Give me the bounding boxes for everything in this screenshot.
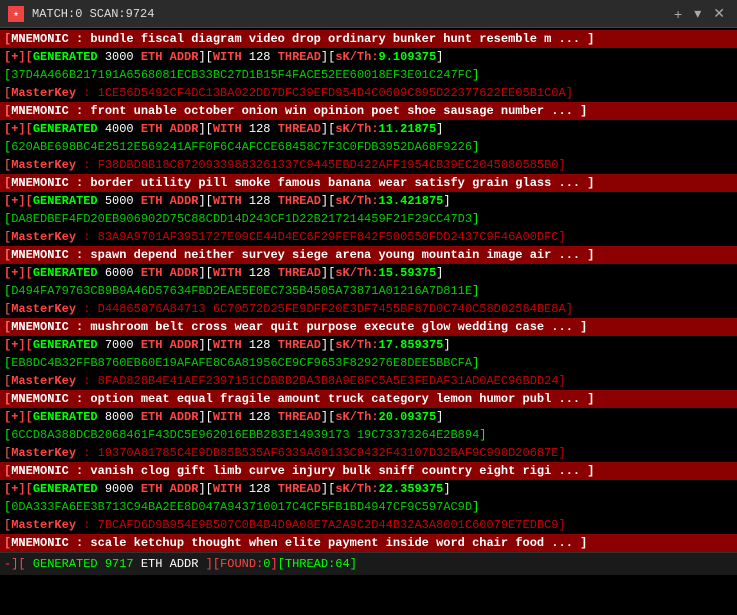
line-21: [+][GENERATED 8000 ETH ADDR][WITH 128 TH…: [0, 408, 737, 426]
line-6: [620ABE698BC4E2512E569241AFF0F6C4AFCCE68…: [0, 138, 737, 156]
line-20: [MNEMONIC : option meat equal fragile am…: [0, 390, 737, 408]
line-4: [MNEMONIC : front unable october onion w…: [0, 102, 737, 120]
main-content: [MNEMONIC : bundle fiscal diagram video …: [0, 28, 737, 615]
footer-scan-num: 9717: [105, 557, 134, 571]
line-15: [MasterKey : D44865076A84713 6C70572D25F…: [0, 300, 737, 318]
footer-generated-label: GENERATED: [26, 557, 105, 571]
line-2: [37D4A466B217191A6568081ECB33BC27D1B15F4…: [0, 66, 737, 84]
dropdown-button[interactable]: ▾: [690, 5, 705, 22]
app-icon: ★: [8, 6, 24, 22]
line-11: [MasterKey : 83A9A9701AF3951727E09CE44D4…: [0, 228, 737, 246]
line-27: [MasterKey : 7BCAFD6D9B954E9B507C0B4B4D9…: [0, 516, 737, 534]
line-12: [MNEMONIC : spawn depend neither survey …: [0, 246, 737, 264]
lines-container: [MNEMONIC : bundle fiscal diagram video …: [0, 30, 737, 552]
line-1: [+][GENERATED 3000 ETH ADDR][WITH 128 TH…: [0, 48, 737, 66]
line-16: [MNEMONIC : mushroom belt cross wear qui…: [0, 318, 737, 336]
line-22: [6CCD8A388DCB2068461F43DC5E962016EBB283E…: [0, 426, 737, 444]
line-25: [+][GENERATED 9000 ETH ADDR][WITH 128 TH…: [0, 480, 737, 498]
footer-thread-close: ]: [350, 557, 357, 571]
line-17: [+][GENERATED 7000 ETH ADDR][WITH 128 TH…: [0, 336, 737, 354]
line-19: [MasterKey : 8FAD828B4E41AEF2397151CDBBB…: [0, 372, 737, 390]
titlebar: ★ MATCH:0 SCAN:9724 + ▾ ✕: [0, 0, 737, 28]
line-3: [MasterKey : 1CE56D5492CF4DC13BA022DD7DF…: [0, 84, 737, 102]
line-23: [MasterKey : 19370A81785C4E9DB85B535AF63…: [0, 444, 737, 462]
footer-thread-count: 64: [335, 557, 349, 571]
line-18: [EB8DC4B32FFB8760EB60E19AFAFE8C6A81956CE…: [0, 354, 737, 372]
line-26: [0DA333FA6EE3B713C94BA2EE8D047A943710017…: [0, 498, 737, 516]
line-28: [MNEMONIC : scale ketchup thought when e…: [0, 534, 737, 552]
footer-found-close: ]: [270, 557, 277, 571]
close-button[interactable]: ✕: [709, 5, 729, 22]
line-5: [+][GENERATED 4000 ETH ADDR][WITH 128 TH…: [0, 120, 737, 138]
titlebar-controls: + ▾ ✕: [670, 5, 729, 22]
footer-line: -][ GENERATED 9717 ETH ADDR ][FOUND:0][T…: [0, 552, 737, 575]
line-8: [MNEMONIC : border utility pill smoke fa…: [0, 174, 737, 192]
new-tab-button[interactable]: +: [670, 6, 686, 22]
line-13: [+][GENERATED 6000 ETH ADDR][WITH 128 TH…: [0, 264, 737, 282]
titlebar-left: ★ MATCH:0 SCAN:9724: [8, 6, 154, 22]
line-10: [DA8EDBEF4FD20EB906902D75C88CDD14D243CF1…: [0, 210, 737, 228]
line-9: [+][GENERATED 5000 ETH ADDR][WITH 128 TH…: [0, 192, 737, 210]
footer-found-bracket: ][FOUND:: [206, 557, 264, 571]
footer-thread-bracket: [THREAD:: [278, 557, 336, 571]
line-7: [MasterKey : F38DBD9B18C8720933988326133…: [0, 156, 737, 174]
line-14: [D494FA79763CB9B9A46D57634FBD2EAE5E0EC73…: [0, 282, 737, 300]
footer-minus: -][: [4, 557, 26, 571]
line-24: [MNEMONIC : vanish clog gift limb curve …: [0, 462, 737, 480]
footer-eth-label: ETH ADDR: [134, 557, 206, 571]
line-0: [MNEMONIC : bundle fiscal diagram video …: [0, 30, 737, 48]
titlebar-title: MATCH:0 SCAN:9724: [32, 7, 154, 21]
